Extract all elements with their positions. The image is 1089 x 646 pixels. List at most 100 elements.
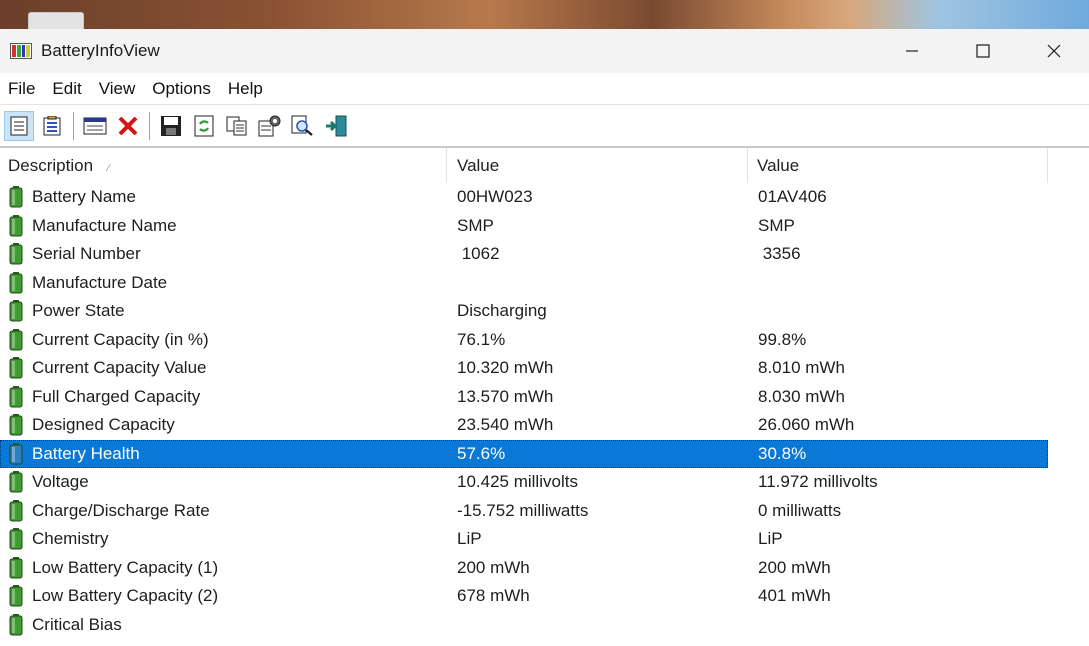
description-cell: Current Capacity Value — [0, 357, 447, 379]
battery-icon — [9, 328, 23, 351]
battery-icon — [9, 414, 23, 436]
value-cell-1: SMP — [457, 215, 494, 235]
window-title: BatteryInfoView — [41, 41, 160, 60]
row-description: Critical Bias — [32, 614, 122, 634]
value-cell-2: 01AV406 — [758, 187, 827, 207]
toolbar — [0, 105, 1089, 148]
maximize-button[interactable] — [947, 29, 1018, 73]
menu-help[interactable]: Help — [220, 79, 272, 99]
table-row[interactable]: Chemistry LiP LiP — [0, 525, 1048, 554]
value-cell-1: 57.6% — [457, 443, 506, 463]
window-controls — [876, 29, 1089, 73]
value-cell-2: 8.030 mWh — [758, 386, 845, 406]
description-cell: Power State — [0, 300, 447, 322]
row-description: Chemistry — [32, 529, 109, 549]
copy-icon — [226, 116, 247, 135]
window-button[interactable] — [80, 111, 110, 141]
menu-view[interactable]: View — [91, 79, 145, 99]
log-view-button[interactable] — [37, 111, 67, 141]
close-button[interactable] — [1018, 29, 1089, 73]
find-button[interactable] — [288, 111, 318, 141]
table-row[interactable]: Serial Number 1062 3356 — [0, 240, 1048, 269]
table-row[interactable]: Battery Name 00HW023 01AV406 — [0, 183, 1048, 212]
menu-file[interactable]: File — [0, 79, 44, 99]
table-row[interactable]: Critical Bias — [0, 611, 1048, 640]
table-row[interactable]: Power State Discharging — [0, 297, 1048, 326]
column-header-value-1[interactable]: Value — [447, 148, 748, 183]
desktop-item — [28, 12, 84, 30]
table-header: Description ⁄ Value Value — [0, 148, 1089, 183]
value-cell-2: 401 mWh — [758, 586, 831, 606]
value-cell-1: 76.1% — [457, 329, 506, 349]
toolbar-separator — [73, 111, 74, 140]
value-cell-1: LiP — [457, 529, 482, 549]
table-row[interactable]: Designed Capacity 23.540 mWh 26.060 mWh — [0, 411, 1048, 440]
title-bar: BatteryInfoView — [0, 29, 1089, 73]
table-row[interactable]: Manufacture Name SMP SMP — [0, 212, 1048, 241]
table-row[interactable]: Low Battery Capacity (2) 678 mWh 401 mWh — [0, 582, 1048, 611]
row-description: Current Capacity (in %) — [32, 329, 209, 349]
value-cell-2: 200 mWh — [758, 557, 831, 577]
find-icon — [291, 115, 313, 136]
properties-view-button[interactable] — [4, 110, 34, 141]
battery-icon — [9, 243, 23, 265]
battery-icon — [9, 585, 23, 607]
properties-view-icon — [10, 116, 28, 135]
battery-icon — [9, 300, 23, 322]
value-cell-1: 13.570 mWh — [457, 386, 554, 406]
description-cell: Full Charged Capacity — [0, 385, 447, 408]
row-description: Low Battery Capacity (2) — [32, 586, 219, 606]
table-row[interactable]: Charge/Discharge Rate -15.752 milliwatts 0… — [0, 497, 1048, 526]
row-description: Manufacture Name — [32, 215, 177, 235]
table-row[interactable]: Manufacture Date — [0, 269, 1048, 298]
row-description: Serial Number — [32, 244, 141, 264]
description-cell: Battery Health — [0, 442, 447, 465]
description-cell: Chemistry — [0, 528, 447, 550]
options-button[interactable] — [255, 111, 285, 141]
column-header-description[interactable]: Description ⁄ — [0, 148, 447, 183]
column-header-label: Description — [8, 156, 94, 175]
refresh-button[interactable] — [189, 111, 219, 141]
value-cell-2: LiP — [758, 529, 783, 549]
minimize-button[interactable] — [876, 29, 947, 73]
table-row[interactable]: Battery Health 57.6% 30.8% — [0, 439, 1048, 468]
value-cell-1: 10.425 millivolts — [457, 472, 578, 492]
delete-button[interactable] — [113, 111, 143, 141]
row-description: Battery Name — [32, 187, 136, 207]
value-cell-2: 11.972 millivolts — [758, 472, 878, 492]
value-cell-1: 00HW023 — [457, 187, 533, 207]
row-description: Power State — [32, 301, 125, 321]
battery-icon — [9, 528, 23, 550]
row-description: Voltage — [32, 472, 89, 492]
table-row[interactable]: Current Capacity (in %) 76.1% 99.8% — [0, 326, 1048, 355]
delete-icon — [118, 116, 138, 135]
menu-edit[interactable]: Edit — [44, 79, 90, 99]
battery-icon — [9, 442, 23, 465]
copy-button[interactable] — [222, 111, 252, 141]
menu-options[interactable]: Options — [144, 79, 220, 99]
value-cell-2: SMP — [758, 215, 795, 235]
column-header-value-2[interactable]: Value — [748, 148, 1048, 183]
exit-button[interactable] — [321, 111, 351, 141]
close-icon — [1047, 44, 1060, 58]
refresh-icon — [194, 115, 214, 136]
table-row[interactable]: Low Battery Capacity (1) 200 mWh 200 mWh — [0, 554, 1048, 583]
menu-bar: File Edit View Options Help — [0, 73, 1089, 105]
value-cell-1: -15.752 milliwatts — [457, 500, 589, 520]
table-row[interactable]: Full Charged Capacity 13.570 mWh 8.030 mWh — [0, 383, 1048, 412]
save-button[interactable] — [156, 111, 186, 141]
description-cell: Serial Number — [0, 243, 447, 265]
value-cell-2: 99.8% — [758, 329, 807, 349]
save-icon — [161, 115, 181, 136]
description-cell: Critical Bias — [0, 613, 447, 636]
battery-icon — [9, 357, 23, 379]
row-description: Low Battery Capacity (1) — [32, 557, 219, 577]
minimize-icon — [905, 50, 918, 52]
sort-indicator-icon: ⁄ — [107, 163, 110, 174]
description-cell: Manufacture Name — [0, 214, 447, 237]
battery-icon — [9, 471, 23, 493]
table-row[interactable]: Voltage 10.425 millivolts 11.972 millivolt… — [0, 468, 1048, 497]
table-row[interactable]: Current Capacity Value 10.320 mWh 8.010 mW… — [0, 354, 1048, 383]
battery-info-list: Battery Name 00HW023 01AV406 Manufacture Na… — [0, 183, 1089, 639]
description-cell: Low Battery Capacity (1) — [0, 556, 447, 579]
